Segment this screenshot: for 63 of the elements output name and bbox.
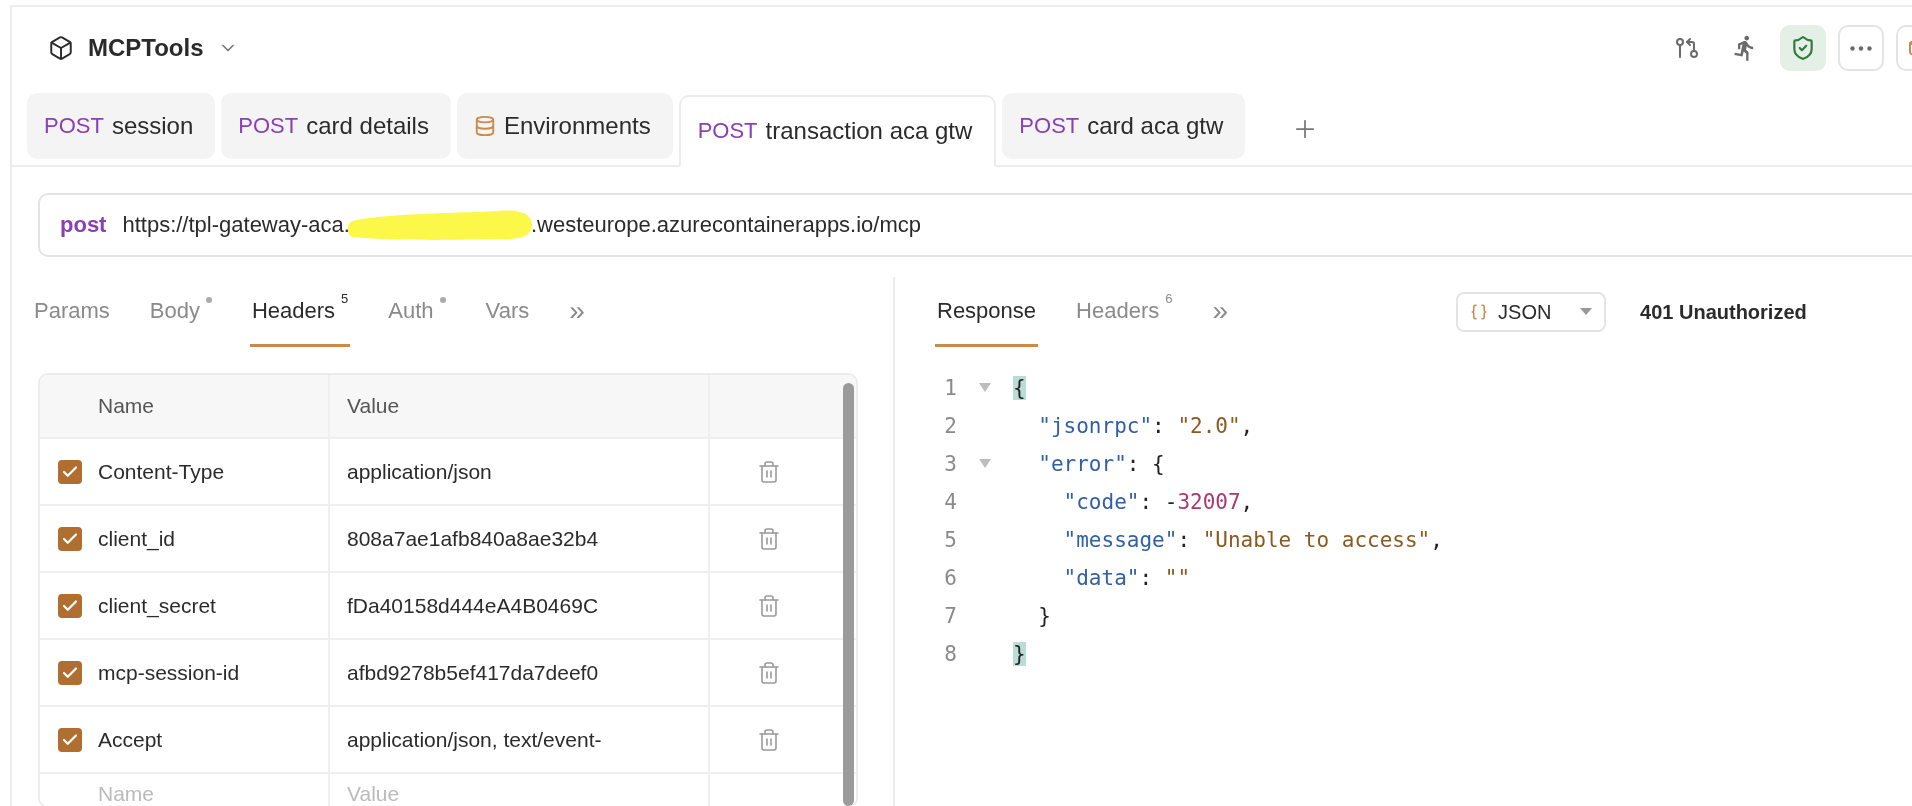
scrollbar[interactable] [843,383,854,806]
caret-icon [1580,308,1593,316]
request-tab[interactable]: POST session [27,93,216,159]
value-field[interactable]: Value [347,782,417,806]
delete-button[interactable] [757,526,781,551]
branch-icon [1675,36,1699,60]
checkbox[interactable] [58,660,82,685]
more-button[interactable] [1838,25,1884,71]
database-icon [473,115,496,137]
workspace-title[interactable]: MCPTools [88,34,204,62]
checkbox[interactable] [58,459,82,484]
header-value: application/json [347,459,492,484]
shield-check-icon [1790,35,1816,61]
fold-caret-icon[interactable] [979,383,991,393]
header-name: mcp-session-id [98,660,240,685]
line-number: 2 [943,414,957,438]
header-value: 808a7ae1afb840a8ae32b4 [347,526,599,551]
line-number: 8 [943,642,957,666]
shield-button[interactable] [1780,25,1826,71]
checkbox[interactable] [58,593,82,618]
request-tab[interactable]: POST card aca gtw [1002,93,1246,159]
response-tab[interactable]: Headers 6 [1074,277,1175,347]
delete-button[interactable] [757,660,781,685]
request-tab[interactable]: Environments [456,93,673,159]
header-name: client_secret [98,593,216,618]
panel-tab[interactable]: Headers 5 [249,277,351,347]
line-number: 6 [943,566,957,590]
code-line: "message": "Unable to access", [1062,528,1443,552]
name-field[interactable]: Name [98,782,168,806]
line-number: 3 [943,452,957,476]
delete-button[interactable] [757,459,781,484]
header-name: client_id [98,526,176,551]
delete-button[interactable] [757,727,781,752]
code-line: "data": "" [1062,566,1191,590]
line-number: 7 [943,604,957,628]
line-number: 5 [943,528,957,552]
code-line: "code": -32007, [1062,490,1254,514]
status-text: 401 Unauthorized [1640,300,1807,324]
response-tab[interactable]: » [1210,277,1231,347]
header-name: Content-Type [98,459,225,484]
line-number: 1 [943,376,957,400]
request-tab[interactable]: POST card details [221,93,451,159]
request-tab[interactable]: POST transaction aca gtw [678,95,997,167]
header-name: Accept [98,727,163,752]
delete-button[interactable] [757,593,781,618]
checkbox[interactable] [58,526,82,551]
header-value: afbd9278b5ef417da7deef0 [347,660,599,685]
format-select[interactable]: JSON [1456,292,1607,332]
braces-icon [1470,303,1489,321]
response-tab[interactable]: Response [935,277,1039,347]
checkbox[interactable] [58,727,82,752]
column-header: Name [98,394,155,418]
line-number: 4 [943,490,957,514]
fold-caret-icon[interactable] [979,459,991,469]
cube-icon [48,35,74,61]
code-line: } [1037,604,1051,628]
code-line: "error": { [1037,452,1165,476]
more-icon [1850,45,1872,51]
header-value: application/json, text/event- [347,727,602,752]
header-value: fDa40158d444eA4B0469C [347,593,599,618]
url-field[interactable]: post https://tpl-gateway-aca. .westeurope.azurecontainerapps.io/mcp [38,193,1912,257]
code-line: "jsonrpc": "2.0", [1037,414,1254,438]
column-header: Value [347,394,400,418]
